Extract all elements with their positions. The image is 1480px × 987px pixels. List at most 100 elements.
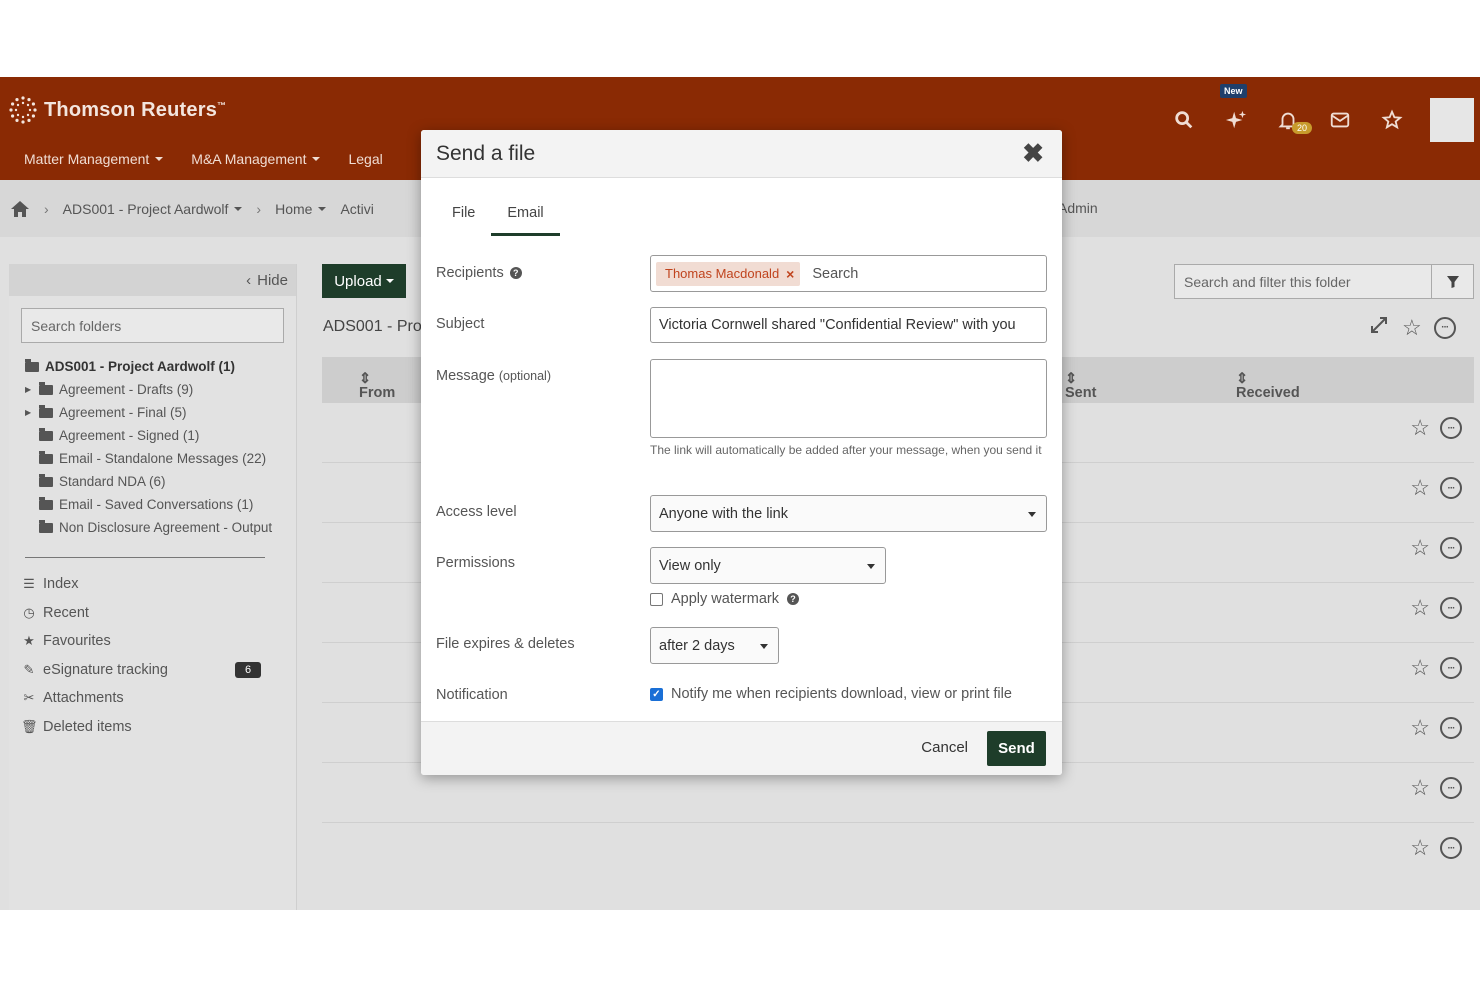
- expand-icon[interactable]: [1368, 314, 1390, 341]
- recipients-search-input[interactable]: Search: [812, 266, 858, 282]
- tab-email[interactable]: Email: [491, 194, 560, 236]
- folder-icon: [39, 404, 53, 418]
- sidebar-item-attachments[interactable]: ✂ Attachments: [21, 684, 296, 713]
- header-icons: New 20: [1152, 84, 1480, 145]
- dialog-footer: Cancel Send: [421, 721, 1062, 775]
- notification-count-badge: 20: [1292, 122, 1313, 134]
- remove-recipient-icon[interactable]: ×: [786, 266, 794, 282]
- breadcrumb-project[interactable]: ADS001 - Project Aardwolf: [63, 201, 243, 217]
- tree-folder[interactable]: ▶ Agreement - Final (5): [25, 401, 296, 424]
- access-level-select[interactable]: Anyone with the link: [650, 495, 1047, 532]
- star-icon[interactable]: ☆: [1410, 657, 1430, 679]
- folder-title-actions: ☆ ···: [1368, 314, 1456, 341]
- star-icon[interactable]: ☆: [1402, 316, 1422, 339]
- expand-arrow-icon[interactable]: ▶: [25, 408, 33, 417]
- folder-filter-input[interactable]: Search and filter this folder: [1174, 264, 1474, 299]
- recipient-chip: Thomas Macdonald ×: [656, 261, 801, 286]
- tab-file[interactable]: File: [436, 194, 491, 236]
- chevron-left-icon: ‹: [246, 271, 252, 289]
- column-from[interactable]: From ⇕: [359, 371, 395, 401]
- more-options-icon[interactable]: ···: [1440, 597, 1462, 619]
- search-icon[interactable]: [1164, 100, 1204, 140]
- help-icon[interactable]: ?: [509, 267, 522, 280]
- breadcrumb-activity[interactable]: Activi: [340, 201, 373, 217]
- more-options-icon[interactable]: ···: [1433, 316, 1456, 339]
- expand-arrow-icon[interactable]: ▶: [25, 385, 33, 394]
- nav-matter-management[interactable]: Matter Management: [24, 151, 164, 167]
- nav-ma-management[interactable]: M&A Management: [191, 151, 321, 167]
- star-icon[interactable]: ☆: [1410, 477, 1430, 499]
- tree-folder[interactable]: Standard NDA (6): [25, 470, 296, 493]
- permissions-select[interactable]: View only: [650, 547, 886, 584]
- cancel-button[interactable]: Cancel: [921, 739, 968, 756]
- tree-folder[interactable]: ▶ Agreement - Drafts (9): [25, 378, 296, 401]
- chevron-right-icon: ›: [44, 200, 49, 217]
- subject-input[interactable]: Victoria Cornwell shared "Confidential R…: [650, 307, 1047, 343]
- home-icon[interactable]: [10, 200, 30, 218]
- more-options-icon[interactable]: ···: [1440, 417, 1462, 439]
- sidebar-item-index[interactable]: ☰ Index: [21, 570, 296, 599]
- column-sent[interactable]: Sent ⇕: [1065, 371, 1096, 401]
- more-options-icon[interactable]: ···: [1440, 477, 1462, 499]
- folder-tree: ADS001 - Project Aardwolf (1) ▶ Agreement…: [25, 355, 296, 539]
- message-textarea[interactable]: [650, 359, 1047, 438]
- star-icon[interactable]: [1372, 100, 1412, 140]
- star-icon[interactable]: ☆: [1410, 537, 1430, 559]
- tree-folder[interactable]: Email - Saved Conversations (1): [25, 493, 296, 516]
- sidebar-item-deleted[interactable]: 🗑 Deleted items: [21, 713, 296, 742]
- expires-select[interactable]: after 2 days: [650, 627, 779, 664]
- notify-checkbox[interactable]: ✓ Notify me when recipients download, vi…: [650, 686, 1012, 702]
- dialog-tabs: File Email: [436, 194, 560, 236]
- star-icon[interactable]: ☆: [1410, 597, 1430, 619]
- close-icon[interactable]: ✖: [1022, 140, 1044, 166]
- bell-icon[interactable]: 20: [1268, 100, 1313, 140]
- breadcrumb-home[interactable]: Home: [275, 201, 327, 217]
- star-icon[interactable]: ☆: [1410, 837, 1430, 859]
- folder-icon: [39, 450, 53, 464]
- subject-label: Subject: [436, 316, 485, 332]
- tree-folder[interactable]: Email - Standalone Messages (22): [25, 447, 296, 470]
- sidebar-item-esignature[interactable]: ✎ eSignature tracking 6: [21, 656, 296, 685]
- star-icon[interactable]: ☆: [1410, 777, 1430, 799]
- brand-logo[interactable]: Thomson Reuters™: [8, 95, 226, 125]
- chevron-right-icon: ›: [256, 200, 262, 217]
- apply-watermark-checkbox[interactable]: Apply watermark?: [650, 591, 799, 607]
- message-label: Message (optional): [436, 368, 551, 384]
- more-options-icon[interactable]: ···: [1440, 657, 1462, 679]
- dialog-title: Send a file: [436, 141, 536, 165]
- tree-folder[interactable]: Agreement - Signed (1): [25, 424, 296, 447]
- recipients-field[interactable]: Thomas Macdonald × Search: [650, 255, 1047, 292]
- send-file-dialog: Send a file ✖ File Email Recipients? Tho…: [421, 130, 1062, 775]
- dialog-header: Send a file ✖: [421, 130, 1062, 178]
- folder-icon: [39, 519, 53, 533]
- watermark-checkbox-box[interactable]: [650, 592, 663, 606]
- checkmark-icon[interactable]: ✓: [650, 687, 663, 701]
- more-options-icon[interactable]: ···: [1440, 837, 1462, 859]
- more-options-icon[interactable]: ···: [1440, 777, 1462, 799]
- ai-sparkle-icon[interactable]: New: [1216, 84, 1256, 140]
- chevron-down-icon: [385, 279, 394, 283]
- hide-sidebar-button[interactable]: ‹ Hide: [9, 264, 296, 296]
- more-options-icon[interactable]: ···: [1440, 717, 1462, 739]
- nav-legal[interactable]: Legal: [348, 151, 382, 167]
- table-row[interactable]: ☆ ···: [322, 823, 1474, 883]
- send-button[interactable]: Send: [987, 731, 1046, 766]
- column-received[interactable]: Received ⇕: [1236, 371, 1300, 401]
- star-icon[interactable]: ☆: [1410, 417, 1430, 439]
- upload-button[interactable]: Upload: [322, 264, 406, 298]
- recipients-label: Recipients?: [436, 265, 522, 281]
- tree-root-folder[interactable]: ADS001 - Project Aardwolf (1): [25, 355, 296, 378]
- breadcrumb-admin[interactable]: Admin: [1058, 200, 1098, 216]
- tree-folder[interactable]: Non Disclosure Agreement - Output: [25, 516, 296, 539]
- star-icon[interactable]: ☆: [1410, 717, 1430, 739]
- message-hint: The link will automatically be added aft…: [650, 443, 1042, 457]
- filter-icon[interactable]: [1431, 265, 1473, 298]
- sidebar-item-recent[interactable]: ◷ Recent: [21, 599, 296, 628]
- star-icon: ★: [23, 633, 35, 649]
- mail-icon[interactable]: [1320, 100, 1360, 140]
- sidebar-item-favourites[interactable]: ★ Favourites: [21, 627, 296, 656]
- search-folders-input[interactable]: Search folders: [21, 308, 284, 343]
- more-options-icon[interactable]: ···: [1440, 537, 1462, 559]
- user-avatar[interactable]: [1430, 98, 1474, 142]
- help-icon[interactable]: ?: [786, 593, 799, 605]
